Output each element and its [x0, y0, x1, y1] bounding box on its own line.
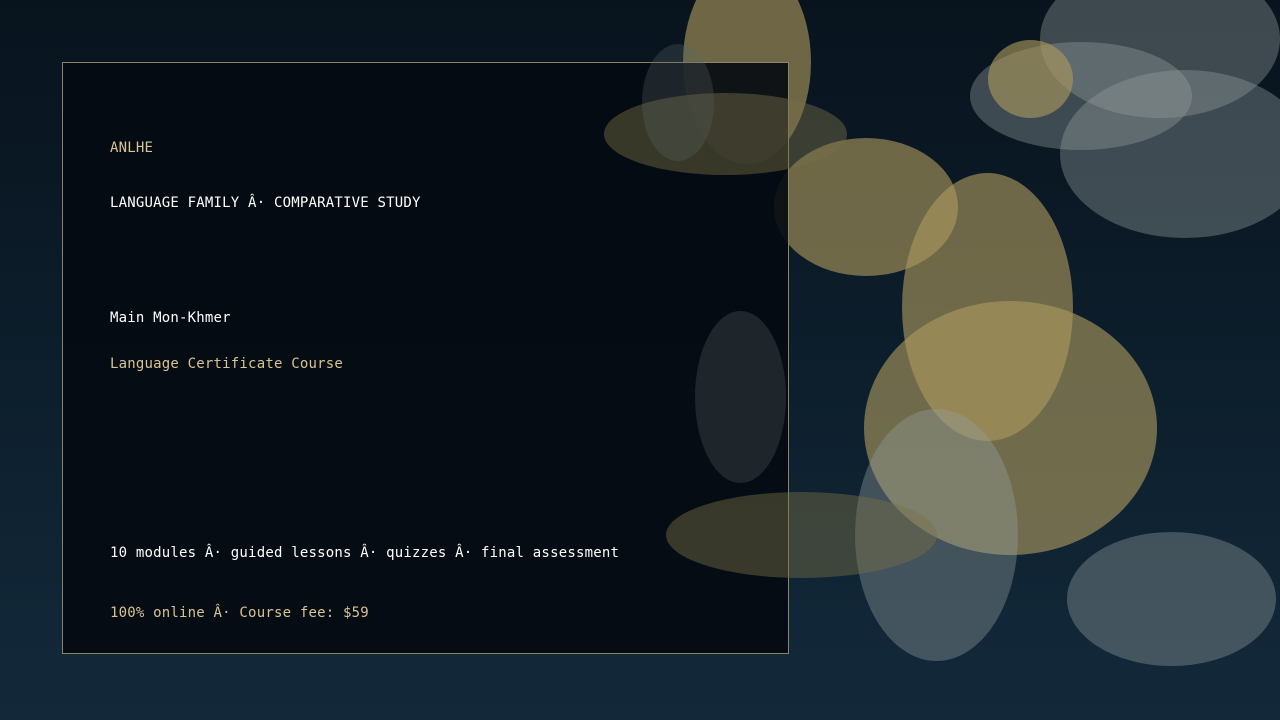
brand-label: ANLHE — [110, 140, 154, 156]
bokeh-circle — [988, 40, 1073, 118]
bokeh-circle — [1067, 532, 1276, 666]
course-type: Language Certificate Course — [110, 356, 343, 372]
course-features: 10 modules Â· guided lessons Â· quizzes … — [110, 545, 620, 561]
bokeh-circle — [855, 409, 1018, 661]
course-pricing: 100% online Â· Course fee: $59 — [110, 605, 369, 621]
course-card: ANLHE LANGUAGE FAMILY Â· COMPARATIVE STU… — [62, 62, 789, 654]
category-heading: LANGUAGE FAMILY Â· COMPARATIVE STUDY — [110, 195, 421, 211]
language-title: Main Mon-Khmer — [110, 310, 231, 326]
